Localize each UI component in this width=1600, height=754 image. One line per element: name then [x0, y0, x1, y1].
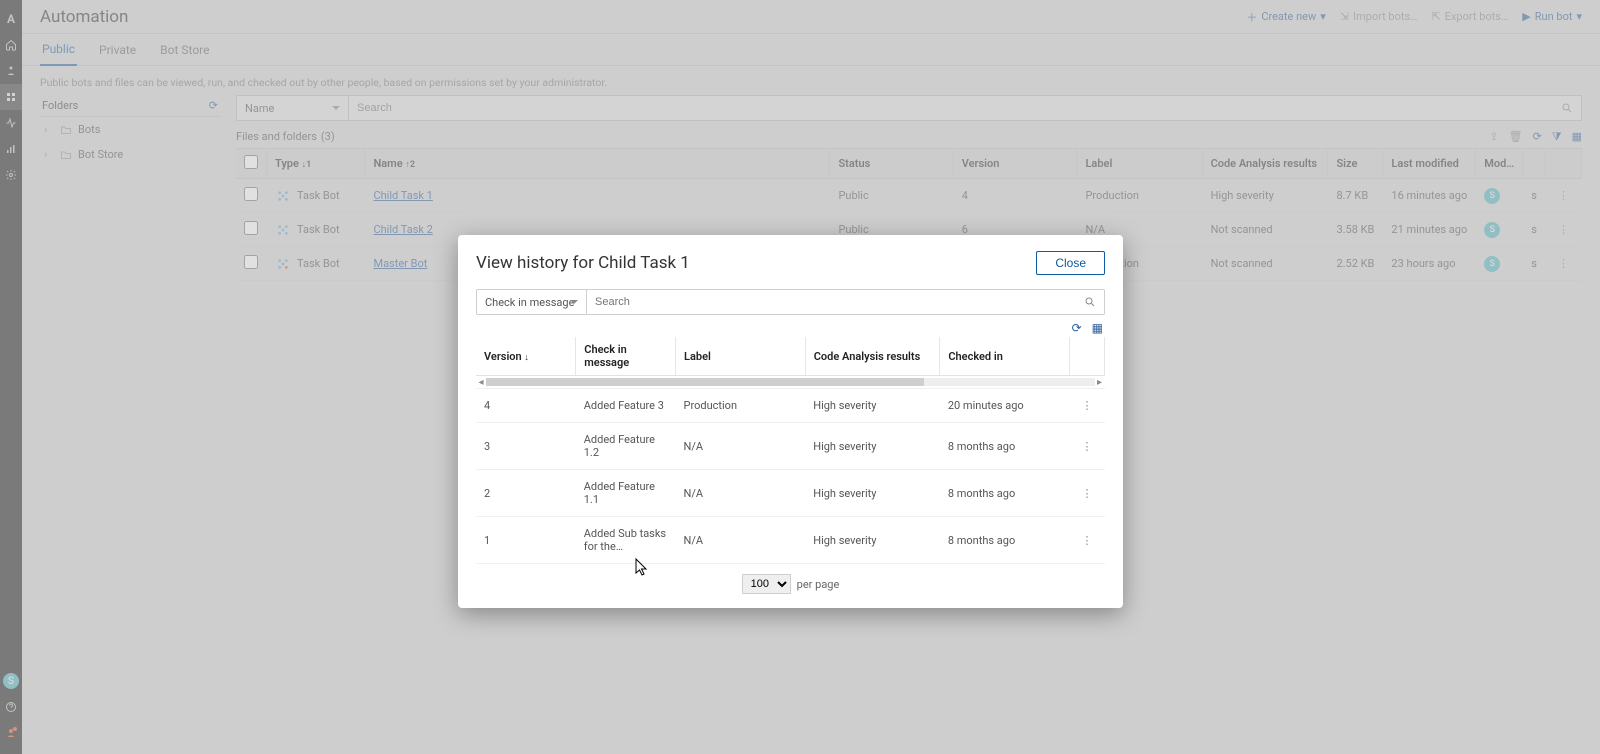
modal-filter-label: Check in message — [485, 296, 574, 309]
close-button[interactable]: Close — [1036, 251, 1105, 275]
hcell-checked-in: 8 months ago — [940, 423, 1070, 470]
hcell-label: Production — [676, 389, 806, 423]
history-thead: Version ↓ Check in message Label Code An… — [476, 337, 1105, 376]
history-table: Version ↓ Check in message Label Code An… — [476, 337, 1105, 564]
modal-search-wrap — [586, 289, 1105, 315]
hcell-version: 3 — [476, 423, 576, 470]
hcell-message: Added Feature 1.2 — [576, 423, 676, 470]
hcell-message: Added Feature 1.1 — [576, 470, 676, 517]
search-icon[interactable] — [1084, 296, 1096, 308]
hcell-actions: ⋮ — [1069, 470, 1104, 517]
hcell-checked-in: 8 months ago — [940, 517, 1070, 564]
modal-search-row: Check in message — [476, 289, 1105, 315]
history-row[interactable]: 1Added Sub tasks for the…N/AHigh severit… — [476, 517, 1105, 564]
hcell-code: High severity — [805, 517, 940, 564]
history-row-actions-icon[interactable]: ⋮ — [1077, 399, 1096, 412]
history-row-actions-icon[interactable]: ⋮ — [1077, 534, 1096, 547]
modal-search-input[interactable] — [595, 296, 1084, 308]
history-row[interactable]: 4Added Feature 3ProductionHigh severity2… — [476, 389, 1105, 423]
modal-header: View history for Child Task 1 Close — [476, 251, 1105, 275]
modal-filter-select[interactable]: Check in message — [476, 289, 586, 315]
h-scrollbar[interactable]: ◂ ▸ — [476, 376, 1105, 388]
modal-title: View history for Child Task 1 — [476, 253, 690, 273]
hcell-actions: ⋮ — [1069, 423, 1104, 470]
hcell-message: Added Feature 3 — [576, 389, 676, 423]
page-size-select[interactable]: 100 — [742, 574, 791, 594]
hcell-message: Added Sub tasks for the… — [576, 517, 676, 564]
history-row-actions-icon[interactable]: ⋮ — [1077, 487, 1096, 500]
scroll-left-icon[interactable]: ◂ — [476, 377, 486, 388]
hcell-version: 1 — [476, 517, 576, 564]
hcell-checked-in: 8 months ago — [940, 470, 1070, 517]
scroll-track[interactable] — [486, 378, 1095, 386]
columns-icon[interactable]: ▦ — [1092, 321, 1103, 335]
hcell-actions: ⋮ — [1069, 389, 1104, 423]
pager: 100 per page — [476, 564, 1105, 594]
hcell-checked-in: 20 minutes ago — [940, 389, 1070, 423]
history-row-actions-icon[interactable]: ⋮ — [1077, 440, 1096, 453]
per-page-label: per page — [797, 578, 840, 591]
hcell-actions: ⋮ — [1069, 517, 1104, 564]
scroll-right-icon[interactable]: ▸ — [1095, 377, 1105, 388]
hcell-code: High severity — [805, 470, 940, 517]
hcell-label: N/A — [676, 470, 806, 517]
refresh-history-icon[interactable]: ⟳ — [1072, 321, 1082, 335]
scroll-thumb[interactable] — [486, 378, 924, 386]
mcol-version[interactable]: Version ↓ — [476, 337, 576, 376]
hcell-code: High severity — [805, 423, 940, 470]
history-tbody: 4Added Feature 3ProductionHigh severity2… — [476, 389, 1105, 564]
mcol-message[interactable]: Check in message — [576, 337, 676, 376]
hcell-version: 2 — [476, 470, 576, 517]
history-row[interactable]: 3Added Feature 1.2N/AHigh severity8 mont… — [476, 423, 1105, 470]
mcol-code[interactable]: Code Analysis results — [805, 337, 940, 376]
hcell-code: High severity — [805, 389, 940, 423]
history-row[interactable]: 2Added Feature 1.1N/AHigh severity8 mont… — [476, 470, 1105, 517]
hcell-label: N/A — [676, 517, 806, 564]
history-modal: View history for Child Task 1 Close Chec… — [458, 235, 1123, 608]
modal-tools: ⟳ ▦ — [476, 315, 1105, 337]
mcol-checked-in[interactable]: Checked in — [940, 337, 1070, 376]
hcell-version: 4 — [476, 389, 576, 423]
hcell-label: N/A — [676, 423, 806, 470]
mcol-label[interactable]: Label — [676, 337, 806, 376]
